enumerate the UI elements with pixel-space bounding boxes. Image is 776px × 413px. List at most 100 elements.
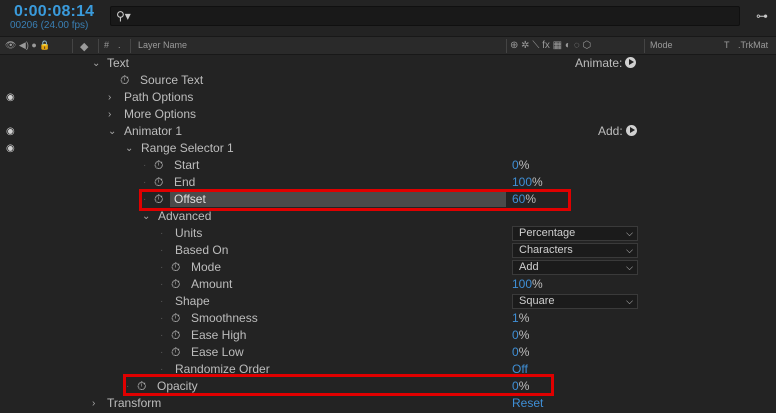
- property-row-source-text[interactable]: ⏱ Source Text: [0, 72, 776, 89]
- property-row-end[interactable]: · ⏱ End 100%: [0, 174, 776, 191]
- shape-dropdown[interactable]: Square ⌵: [512, 294, 638, 309]
- eye-icon[interactable]: ◉: [6, 89, 15, 106]
- chevron-right-icon[interactable]: ›: [108, 89, 111, 106]
- value-number[interactable]: 0: [512, 345, 519, 359]
- chevron-down-icon[interactable]: ⌄: [125, 140, 133, 157]
- property-label: Ease Low: [191, 345, 244, 359]
- animate-label: Animate:: [575, 56, 623, 70]
- property-row-path-options[interactable]: ◉ › Path Options: [0, 89, 776, 106]
- property-row-based-on[interactable]: · Based On Characters ⌵: [0, 242, 776, 259]
- amount-value[interactable]: 100%: [512, 276, 543, 293]
- ease-low-value[interactable]: 0%: [512, 344, 529, 361]
- value-number[interactable]: 60: [512, 192, 525, 206]
- chevron-down-icon: ⌵: [626, 262, 633, 272]
- property-row-randomize-order[interactable]: · Randomize Order Off: [0, 361, 776, 378]
- property-row-mode[interactable]: · ⏱ Mode Add ⌵: [0, 259, 776, 276]
- animate-menu[interactable]: Animate:: [575, 55, 637, 72]
- stopwatch-icon[interactable]: ⏱: [154, 191, 163, 208]
- add-play-icon[interactable]: [625, 125, 637, 136]
- based-on-dropdown[interactable]: Characters ⌵: [512, 243, 638, 258]
- composition-flowchart-icon[interactable]: ⊶: [756, 9, 768, 23]
- selection-highlight: [170, 192, 506, 207]
- property-row-ease-high[interactable]: · ⏱ Ease High 0%: [0, 327, 776, 344]
- stopwatch-icon[interactable]: ⏱: [171, 259, 180, 276]
- value-number[interactable]: 100: [512, 175, 532, 189]
- stopwatch-icon[interactable]: ⏱: [154, 174, 163, 191]
- property-label: Text: [107, 56, 130, 70]
- property-row-text[interactable]: ⌄ Text Animate:: [0, 55, 776, 72]
- chevron-down-icon[interactable]: ⌄: [108, 123, 116, 140]
- property-row-transform[interactable]: › Transform Reset: [0, 395, 776, 412]
- property-label: More Options: [124, 107, 197, 121]
- value-number[interactable]: 1: [512, 311, 519, 325]
- property-label: Opacity: [157, 379, 198, 393]
- stopwatch-icon[interactable]: ⏱: [120, 72, 129, 89]
- label-tag-icon: ◆: [80, 41, 89, 53]
- chevron-right-icon[interactable]: ›: [92, 395, 95, 412]
- mode-dropdown[interactable]: Add ⌵: [512, 260, 638, 275]
- trkmat-header: .TrkMat: [738, 40, 769, 50]
- layer-name-header[interactable]: Layer Name: [138, 40, 187, 50]
- chevron-down-icon[interactable]: ⌄: [92, 55, 100, 72]
- dropdown-value: Square: [519, 295, 555, 307]
- property-row-amount[interactable]: · ⏱ Amount 100%: [0, 276, 776, 293]
- animate-play-icon[interactable]: [625, 57, 637, 68]
- eye-icon[interactable]: ◉: [6, 140, 15, 157]
- property-row-more-options[interactable]: › More Options: [0, 106, 776, 123]
- property-row-range-selector[interactable]: ◉ ⌄ Range Selector 1: [0, 140, 776, 157]
- value-unit: %: [518, 328, 530, 342]
- value-unit: %: [532, 175, 543, 189]
- opacity-value[interactable]: 0%: [512, 378, 529, 395]
- add-menu[interactable]: Add:: [598, 123, 637, 140]
- search-input[interactable]: ⚲▾: [110, 6, 740, 26]
- value-number[interactable]: 0: [512, 379, 519, 393]
- dropdown-value: Percentage: [519, 227, 576, 239]
- property-row-advanced[interactable]: ⌄ Advanced: [0, 208, 776, 225]
- stopwatch-icon[interactable]: ⏱: [171, 327, 180, 344]
- property-row-animator-1[interactable]: ◉ ⌄ Animator 1 Add:: [0, 123, 776, 140]
- property-row-shape[interactable]: · Shape Square ⌵: [0, 293, 776, 310]
- property-label: Shape: [175, 294, 210, 308]
- chevron-right-icon[interactable]: ›: [108, 106, 111, 123]
- value-unit: %: [518, 311, 530, 325]
- property-label: Smoothness: [191, 311, 258, 325]
- property-label: Transform: [107, 396, 162, 410]
- property-row-units[interactable]: · Units Percentage ⌵: [0, 225, 776, 242]
- current-time-display[interactable]: 0:00:08:14: [14, 3, 94, 21]
- stopwatch-icon[interactable]: ⏱: [171, 344, 180, 361]
- end-value[interactable]: 100%: [512, 174, 543, 191]
- property-row-offset[interactable]: · ⏱ Offset 60%: [0, 191, 776, 208]
- value-number[interactable]: 100: [512, 277, 532, 291]
- value-number[interactable]: 0: [512, 328, 519, 342]
- stopwatch-icon[interactable]: ⏱: [171, 276, 180, 293]
- chevron-down-icon: ⌵: [626, 296, 633, 306]
- transform-reset-button[interactable]: Reset: [512, 395, 543, 412]
- smoothness-value[interactable]: 1%: [512, 310, 529, 327]
- value-unit: %: [518, 345, 530, 359]
- timeline-toolbar: 0:00:08:14 00206 (24.00 fps) ⚲▾ ⊶: [0, 0, 776, 36]
- start-value[interactable]: 0%: [512, 157, 529, 174]
- randomize-order-toggle[interactable]: Off: [512, 361, 528, 378]
- ease-high-value[interactable]: 0%: [512, 327, 529, 344]
- header-dot: .: [118, 40, 121, 50]
- property-row-start[interactable]: · ⏱ Start 0%: [0, 157, 776, 174]
- property-row-smoothness[interactable]: · ⏱ Smoothness 1%: [0, 310, 776, 327]
- stopwatch-icon[interactable]: ⏱: [137, 378, 146, 395]
- chevron-down-icon[interactable]: ⌄: [142, 208, 150, 225]
- value-number[interactable]: 0: [512, 158, 519, 172]
- stopwatch-icon[interactable]: ⏱: [171, 310, 180, 327]
- property-row-opacity[interactable]: · ⏱ Opacity 0%: [0, 378, 776, 395]
- add-label: Add:: [598, 124, 623, 138]
- property-label: Units: [175, 226, 203, 240]
- av-switches-icons: 👁 ◀) ● 🔒: [5, 40, 51, 50]
- property-label: Start: [174, 158, 200, 172]
- property-label: Range Selector 1: [141, 141, 234, 155]
- stopwatch-icon[interactable]: ⏱: [154, 157, 163, 174]
- units-dropdown[interactable]: Percentage ⌵: [512, 226, 638, 241]
- eye-icon[interactable]: ◉: [6, 123, 15, 140]
- property-row-ease-low[interactable]: · ⏱ Ease Low 0%: [0, 344, 776, 361]
- property-label: Path Options: [124, 90, 194, 104]
- property-tree: ⌄ Text Animate: ⏱ Source Text ◉ › Path O…: [0, 55, 776, 413]
- value-unit: %: [532, 277, 543, 291]
- offset-value[interactable]: 60%: [512, 191, 536, 208]
